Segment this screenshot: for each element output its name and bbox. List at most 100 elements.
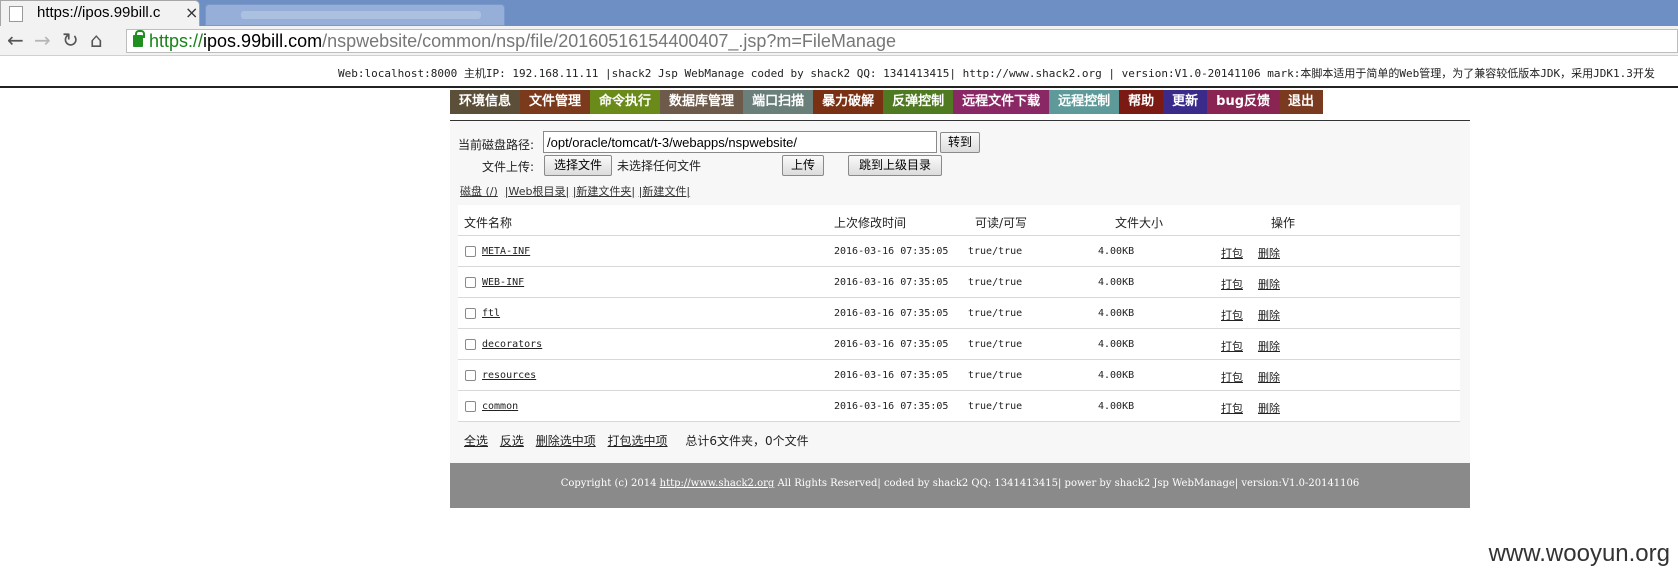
parent-dir-button[interactable]: 跳到上级目录: [848, 155, 942, 176]
col-header-mtime: 上次修改时间: [834, 216, 907, 230]
menu-item[interactable]: 数据库管理: [660, 90, 744, 114]
file-rw: true/true: [968, 370, 1023, 381]
main-menu: 环境信息 文件管理 命令执行 数据库管理 端口扫描 暴力破解 反弹控制 远程文件下载 远程控制帮…: [450, 90, 1324, 114]
disk-root-link[interactable]: 磁盘 (/): [460, 185, 498, 198]
pack-link[interactable]: 打包: [1221, 307, 1243, 323]
file-name-link[interactable]: ftl: [482, 308, 500, 319]
footer-prefix: Copyright (c) 2014: [560, 478, 660, 489]
row-checkbox[interactable]: [465, 401, 476, 412]
new-file-link[interactable]: |新建文件|: [639, 185, 690, 198]
menu-item[interactable]: 帮助: [1119, 90, 1164, 114]
file-name-link[interactable]: resources: [482, 370, 536, 381]
file-rw: true/true: [968, 308, 1023, 319]
menu-item[interactable]: 更新: [1163, 90, 1208, 114]
file-rw: true/true: [968, 401, 1023, 412]
home-icon[interactable]: ⌂: [90, 28, 103, 52]
file-mtime: 2016-03-16 07:35:05: [834, 339, 949, 350]
footer-suffix: All Rights Reserved| coded by shack2 QQ:…: [774, 478, 1360, 489]
col-header-actions: 操作: [1271, 216, 1296, 230]
server-info-bar: Web:localhost:8000 主机IP: 192.168.11.11 |…: [0, 57, 1678, 88]
browser-toolbar: ← → ↻ ⌂ https://ipos.99bill.com/nspwebsi…: [0, 26, 1678, 56]
new-folder-link[interactable]: |新建文件夹|: [573, 185, 635, 198]
web-root-link[interactable]: |Web根目录|: [505, 185, 569, 198]
table-body: META-INF 2016-03-16 07:35:05 true/true 4.00…: [458, 236, 1460, 422]
file-name-link[interactable]: WEB-INF: [482, 277, 524, 288]
row-checkbox[interactable]: [465, 339, 476, 350]
file-rw: true/true: [968, 246, 1023, 257]
delete-link[interactable]: 删除: [1258, 338, 1280, 354]
menu-item[interactable]: 远程控制: [1049, 90, 1120, 114]
address-bar[interactable]: https://ipos.99bill.com/nspwebsite/commo…: [126, 29, 1678, 53]
menu-item[interactable]: 环境信息: [450, 90, 521, 114]
delete-link[interactable]: 删除: [1258, 369, 1280, 385]
col-header-rw: 可读/可写: [975, 216, 1028, 230]
file-mtime: 2016-03-16 07:35:05: [834, 308, 949, 319]
file-name-link[interactable]: META-INF: [482, 246, 530, 257]
file-summary: 总计6文件夹，0个文件: [685, 434, 809, 448]
watermark: www.wooyun.org: [1488, 540, 1670, 567]
file-rw: true/true: [968, 277, 1023, 288]
footer-link[interactable]: http://www.shack2.org: [660, 478, 775, 489]
menu-item[interactable]: 反弹控制: [883, 90, 954, 114]
file-mtime: 2016-03-16 07:35:05: [834, 277, 949, 288]
file-mtime: 2016-03-16 07:35:05: [834, 370, 949, 381]
file-mtime: 2016-03-16 07:35:05: [834, 246, 949, 257]
table-row: ftl 2016-03-16 07:35:05 true/true 4.00KB 打包删…: [458, 298, 1460, 329]
path-input[interactable]: [543, 131, 937, 153]
back-arrow-icon[interactable]: ←: [7, 28, 24, 52]
menu-item[interactable]: 命令执行: [590, 90, 661, 114]
delete-link[interactable]: 删除: [1258, 307, 1280, 323]
reload-icon[interactable]: ↻: [62, 28, 79, 52]
delete-link[interactable]: 删除: [1258, 400, 1280, 416]
tab-title: https://ipos.99bill.c: [37, 4, 161, 21]
file-table: 文件名称 上次修改时间 可读/可写 文件大小 操作 META-INF 2016-0…: [458, 205, 1460, 422]
row-checkbox[interactable]: [465, 277, 476, 288]
file-size: 4.00KB: [1098, 277, 1135, 288]
browser-tab-strip: https://ipos.99bill.c ×: [0, 0, 1678, 26]
choose-file-button[interactable]: 选择文件: [544, 155, 612, 176]
table-row: common 2016-03-16 07:35:05 true/true 4.00KB…: [458, 391, 1460, 422]
upload-button[interactable]: 上传: [782, 155, 824, 176]
delete-link[interactable]: 删除: [1258, 245, 1280, 261]
menu-item[interactable]: 退出: [1279, 90, 1324, 114]
pack-link[interactable]: 打包: [1221, 245, 1243, 261]
file-size: 4.00KB: [1098, 370, 1135, 381]
file-size: 4.00KB: [1098, 246, 1135, 257]
delete-selected-link[interactable]: 删除选中项: [536, 434, 596, 448]
close-tab-icon[interactable]: ×: [185, 3, 198, 22]
menu-item[interactable]: 文件管理: [520, 90, 591, 114]
pack-link[interactable]: 打包: [1221, 338, 1243, 354]
goto-button[interactable]: 转到: [940, 132, 980, 153]
url-path: /nspwebsite/common/nsp/file/201605161544…: [322, 31, 896, 51]
path-label: 当前磁盘路径:: [458, 138, 535, 152]
delete-link[interactable]: 删除: [1258, 276, 1280, 292]
menu-item[interactable]: bug反馈: [1207, 90, 1280, 114]
file-size: 4.00KB: [1098, 339, 1135, 350]
pack-link[interactable]: 打包: [1221, 400, 1243, 416]
menu-item[interactable]: 远程文件下载: [953, 90, 1050, 114]
file-name-link[interactable]: common: [482, 401, 518, 412]
blurred-tab-title: [241, 11, 481, 19]
lock-icon: [133, 30, 145, 47]
row-checkbox[interactable]: [465, 246, 476, 257]
pack-link[interactable]: 打包: [1221, 276, 1243, 292]
select-all-link[interactable]: 全选: [464, 434, 488, 448]
page-favicon-icon: [9, 6, 23, 22]
pack-selected-link[interactable]: 打包选中项: [608, 434, 668, 448]
file-name-link[interactable]: decorators: [482, 339, 542, 350]
row-checkbox[interactable]: [465, 370, 476, 381]
table-header: 文件名称 上次修改时间 可读/可写 文件大小 操作: [458, 205, 1460, 236]
browser-tab-inactive[interactable]: [205, 4, 505, 26]
menu-item[interactable]: 端口扫描: [743, 90, 814, 114]
no-file-text: 未选择任何文件: [617, 159, 702, 173]
table-row: decorators 2016-03-16 07:35:05 true/true 4.…: [458, 329, 1460, 360]
footer-text: Copyright (c) 2014 http://www.shack2.org…: [450, 478, 1470, 489]
forward-arrow-icon[interactable]: →: [34, 28, 51, 52]
browser-tab-active[interactable]: https://ipos.99bill.c ×: [0, 0, 200, 26]
menu-item[interactable]: 暴力破解: [813, 90, 884, 114]
row-checkbox[interactable]: [465, 308, 476, 319]
url-text[interactable]: https://ipos.99bill.com/nspwebsite/commo…: [149, 31, 896, 52]
pack-link[interactable]: 打包: [1221, 369, 1243, 385]
col-header-size: 文件大小: [1115, 216, 1164, 230]
invert-selection-link[interactable]: 反选: [500, 434, 524, 448]
